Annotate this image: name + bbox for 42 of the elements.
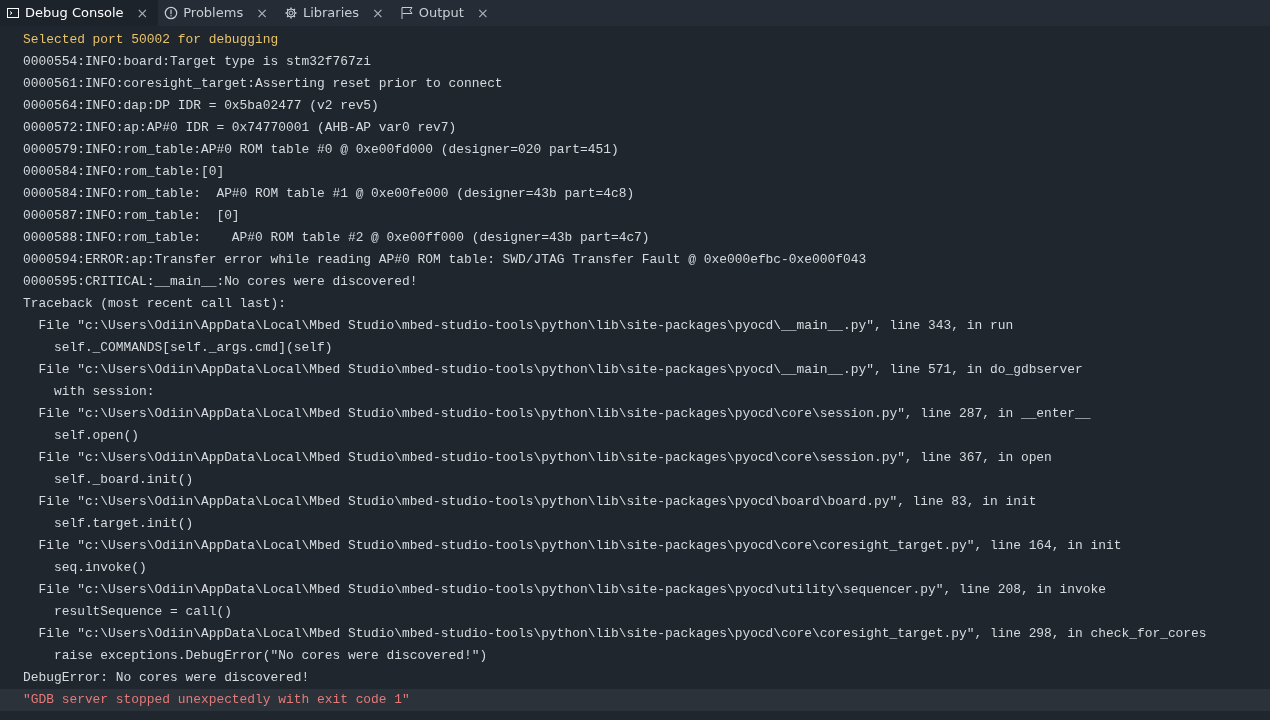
console-line: 0000572:INFO:ap:AP#0 IDR = 0x74770001 (AHB-AP var0 rev7) [22,119,458,137]
console-line: 0000584:INFO:rom_table: AP#0 ROM table #1 @ 0xe00fe000 (designer=43b part=4c8) [22,185,636,203]
close-icon[interactable]: × [136,6,149,20]
console-line: self._board.init() [52,471,195,489]
console-line: File "c:\Users\Odiin\AppData\Local\Mbed Studio\mbed-studio-tools\python\lib\site-packages\pyocd\__main__.py", line 571, in do_gdbserver [37,361,1084,379]
settings-icon [283,6,298,20]
console-line: 0000588:INFO:rom_table: AP#0 ROM table #2 @ 0xe00ff000 (designer=43b part=4c7) [22,229,651,247]
console-line: Traceback (most recent call last): [22,295,287,313]
console-line: 0000584:INFO:rom_table:[0] [22,163,226,181]
panel-tab[interactable]: Debug Console × [0,0,159,26]
console-line: Selected port 50002 for debugging [22,31,280,49]
console-line: File "c:\Users\Odiin\AppData\Local\Mbed Studio\mbed-studio-tools\python\lib\site-packages\pyocd\board\board.py", line 83, in init [37,493,1038,511]
console-line: DebugError: No cores were discovered! [22,669,311,687]
console-line: self.open() [52,427,141,445]
console-line: 0000564:INFO:dap:DP IDR = 0x5ba02477 (v2 rev5) [22,97,380,115]
flag-icon [399,6,414,20]
console-line: File "c:\Users\Odiin\AppData\Local\Mbed Studio\mbed-studio-tools\python\lib\site-packages\pyocd\core\coresight_target.py", line 298, in check_for_cores [37,625,1208,643]
terminal-icon [6,6,20,20]
console-line: File "c:\Users\Odiin\AppData\Local\Mbed Studio\mbed-studio-tools\python\lib\site-packages\pyocd\core\session.py", line 367, in open [37,449,1053,467]
panel-tab[interactable]: Output × [393,0,499,26]
close-icon[interactable]: × [476,6,489,20]
console-line: with session: [52,383,156,401]
console-line: File "c:\Users\Odiin\AppData\Local\Mbed Studio\mbed-studio-tools\python\lib\site-packages\pyocd\__main__.py", line 343, in run [37,317,1015,335]
panel-tab[interactable]: Problems × [158,0,278,26]
console-line: 0000595:CRITICAL:__main__:No cores were discovered! [22,273,419,291]
console-line: 0000594:ERROR:ap:Transfer error while reading AP#0 ROM table: SWD/JTAG Transfer Fault @ 0xe000efbc-0xe000f043 [22,251,868,269]
console-line: File "c:\Users\Odiin\AppData\Local\Mbed Studio\mbed-studio-tools\python\lib\site-packages\pyocd\core\coresight_target.py", line 164, in init [37,537,1123,555]
console-line: raise exceptions.DebugError("No cores were discovered!") [52,647,489,665]
console-line: 0000561:INFO:coresight_target:Asserting reset prior to connect [22,75,504,93]
console-line: self.target.init() [52,515,195,533]
close-icon[interactable]: × [256,6,268,20]
console-line: 0000587:INFO:rom_table: [0] [22,207,241,225]
console-line: 0000554:INFO:board:Target type is stm32f767zi [22,53,373,71]
console-line: seq.invoke() [52,559,148,577]
console-line: File "c:\Users\Odiin\AppData\Local\Mbed Studio\mbed-studio-tools\python\lib\site-packages\pyocd\utility\sequencer.py", line 208, in invoke [37,581,1107,599]
console-line: resultSequence = call() [52,603,233,621]
panel-tab[interactable]: Libraries × [277,0,394,26]
console-line: File "c:\Users\Odiin\AppData\Local\Mbed Studio\mbed-studio-tools\python\lib\site-packages\pyocd\core\session.py", line 287, in __enter__ [37,405,1092,423]
console-line: 0000579:INFO:rom_table:AP#0 ROM table #0 @ 0xe00fd000 (designer=020 part=451) [22,141,620,159]
console-line: self._COMMANDS[self._args.cmd](self) [52,339,334,357]
info-icon [164,6,179,20]
close-icon[interactable]: × [372,6,384,20]
